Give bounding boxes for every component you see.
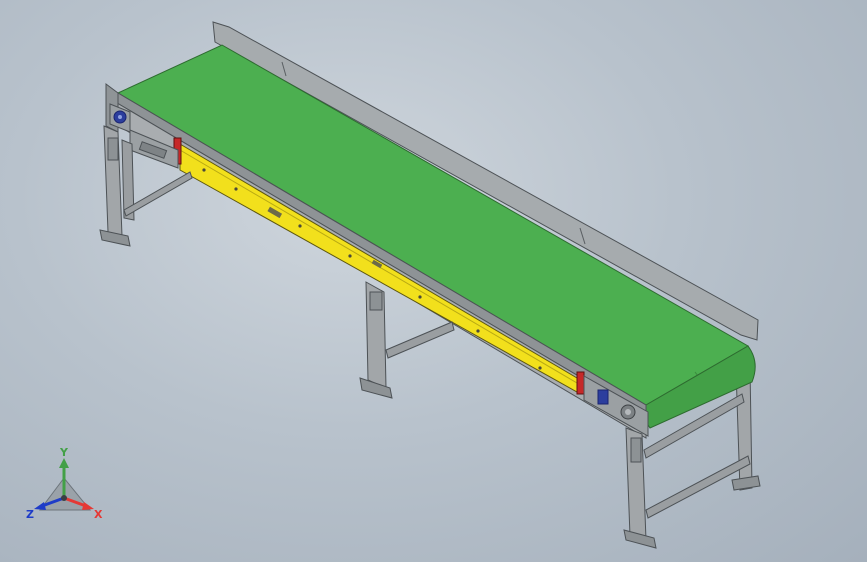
guard-endcap-right — [576, 371, 585, 395]
x-axis-label: X — [94, 508, 103, 521]
left-cross-brace — [123, 171, 193, 217]
leg-adjust-slot — [630, 437, 642, 463]
y-axis-arrow — [59, 458, 69, 468]
leg-adjust-slot — [107, 137, 119, 161]
y-axis-label: Y — [59, 446, 69, 459]
cad-viewport[interactable]: Y X Z — [0, 0, 867, 562]
z-axis-label: Z — [26, 508, 34, 521]
belt-top-surface[interactable] — [116, 44, 750, 406]
orientation-triad[interactable]: Y X Z — [24, 446, 110, 526]
leg-adjust-slot — [369, 291, 383, 311]
z-axis-arrow — [34, 502, 46, 510]
motor-icon[interactable] — [597, 389, 609, 405]
middle-cross-brace — [385, 321, 455, 359]
left-bearing-hub — [118, 115, 122, 119]
triad-origin — [61, 495, 67, 501]
leg-back-right-foot — [731, 475, 761, 491]
conveyor-model[interactable] — [0, 0, 867, 562]
x-axis-arrow — [82, 502, 94, 510]
right-bearing-hub — [625, 409, 631, 415]
